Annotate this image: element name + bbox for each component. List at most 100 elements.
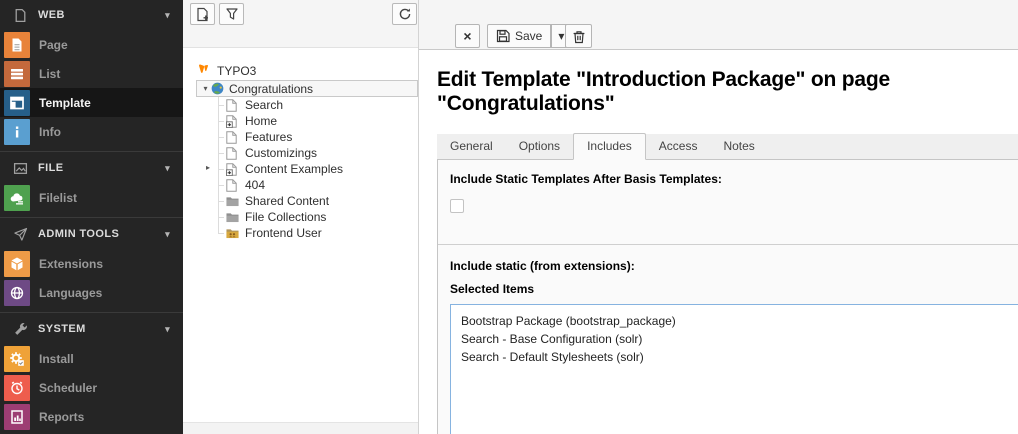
tree-node-features[interactable]: Features xyxy=(218,129,418,145)
tree-node-file-collections[interactable]: File Collections xyxy=(218,209,418,225)
sidebar-header-system[interactable]: SYSTEM ▾ xyxy=(0,314,183,344)
tree-node-label: TYPO3 xyxy=(217,64,256,78)
sidebar-item-languages[interactable]: Languages xyxy=(0,278,183,307)
tree-node-customizings[interactable]: Customizings xyxy=(218,145,418,161)
floppy-icon xyxy=(496,29,510,43)
tree-horizontal-scrollbar[interactable] xyxy=(183,422,418,434)
sidebar-section-system: SYSTEM ▾ Install Scheduler Reports xyxy=(0,312,183,431)
sidebar-item-label: Info xyxy=(39,125,61,139)
tab-notes[interactable]: Notes xyxy=(710,134,767,159)
page-tree: TYPO3 ▾ Congratulations Search xyxy=(183,48,418,241)
languages-module-icon xyxy=(4,280,30,306)
tree-toolbar xyxy=(183,0,418,48)
close-button[interactable]: × xyxy=(455,24,480,48)
sidebar-header-admin-tools[interactable]: ADMIN TOOLS ▾ xyxy=(0,219,183,249)
web-document-icon xyxy=(13,8,28,23)
expand-caret-icon[interactable]: ▸ xyxy=(206,163,210,172)
close-icon: × xyxy=(463,28,471,44)
include-static-section: Include static (from extensions): Select… xyxy=(438,244,1018,434)
tree-node-label: 404 xyxy=(245,178,265,192)
template-module-icon xyxy=(4,90,30,116)
list-item[interactable]: Search - Default Stylesheets (solr) xyxy=(451,348,1018,366)
tab-options[interactable]: Options xyxy=(506,134,573,159)
tree-node-content-examples[interactable]: ▸ Content Examples xyxy=(218,161,418,177)
sidebar-item-label: Filelist xyxy=(39,191,77,205)
tree-node-label: Customizings xyxy=(245,146,317,160)
sidebar-item-label: Page xyxy=(39,38,68,52)
page-title: Edit Template "Introduction Package" on … xyxy=(437,68,1018,116)
doc-header: × Save ▾ xyxy=(419,0,1018,50)
tree-node-frontend-user[interactable]: Frontend User xyxy=(218,225,418,241)
tab-access[interactable]: Access xyxy=(646,134,711,159)
tree-node-label: Frontend User xyxy=(245,226,322,240)
sidebar-section-label: FILE xyxy=(38,162,63,174)
list-item[interactable]: Bootstrap Package (bootstrap_package) xyxy=(451,312,1018,330)
sidebar-item-label: Reports xyxy=(39,410,84,424)
tree-node-label: Home xyxy=(245,114,277,128)
collapse-caret-icon[interactable]: ▾ xyxy=(200,84,211,93)
site-globe-icon xyxy=(211,82,224,95)
tree-node-404[interactable]: 404 xyxy=(218,177,418,193)
sidebar-header-file[interactable]: FILE ▾ xyxy=(0,153,183,183)
tree-children: Search Home Features xyxy=(218,97,418,241)
new-page-button[interactable] xyxy=(190,3,215,25)
list-item[interactable]: Search - Base Configuration (solr) xyxy=(451,330,1018,348)
reports-module-icon xyxy=(4,404,30,430)
chevron-down-icon: ▾ xyxy=(558,29,564,43)
page-tree-panel: TYPO3 ▾ Congratulations Search xyxy=(183,0,419,434)
page-icon xyxy=(226,131,239,144)
sidebar-section-file: FILE ▾ Filelist xyxy=(0,151,183,212)
tree-node-home[interactable]: Home xyxy=(218,113,418,129)
delete-button[interactable] xyxy=(565,24,592,48)
wrench-icon xyxy=(13,322,28,337)
sidebar-item-info[interactable]: Info xyxy=(0,117,183,146)
sidebar-item-list[interactable]: List xyxy=(0,59,183,88)
sidebar-section-web: WEB ▾ Page List Template xyxy=(0,0,183,146)
page-shortcut-icon xyxy=(226,115,239,128)
refresh-button[interactable] xyxy=(392,3,417,25)
page-icon xyxy=(226,147,239,160)
chevron-down-icon: ▾ xyxy=(165,10,170,21)
sidebar-item-page[interactable]: Page xyxy=(0,30,183,59)
tree-node-search[interactable]: Search xyxy=(218,97,418,113)
content-panel: × Save ▾ Edit Template "Introduction Pac… xyxy=(419,0,1018,434)
sidebar-section-label: SYSTEM xyxy=(38,323,86,335)
extensions-module-icon xyxy=(4,251,30,277)
checkbox-label: Include Static Templates After Basis Tem… xyxy=(450,172,1006,186)
chevron-down-icon: ▾ xyxy=(165,229,170,240)
tab-general[interactable]: General xyxy=(437,134,506,159)
sidebar-item-install[interactable]: Install xyxy=(0,344,183,373)
page-module-icon xyxy=(4,32,30,58)
sidebar-item-scheduler[interactable]: Scheduler xyxy=(0,373,183,402)
tree-node-label: Content Examples xyxy=(245,162,343,176)
list-module-icon xyxy=(4,61,30,87)
tree-node-selected[interactable]: ▾ Congratulations xyxy=(196,80,418,97)
includes-tab-pane: Include Static Templates After Basis Tem… xyxy=(437,160,1018,434)
tab-includes[interactable]: Includes xyxy=(573,133,646,160)
sidebar-section-label: ADMIN TOOLS xyxy=(38,228,119,240)
scheduler-module-icon xyxy=(4,375,30,401)
tree-node-label: File Collections xyxy=(245,210,326,224)
tree-root-node[interactable]: TYPO3 xyxy=(196,62,418,79)
tree-node-shared-content[interactable]: Shared Content xyxy=(218,193,418,209)
sidebar-header-web[interactable]: WEB ▾ xyxy=(0,0,183,30)
sidebar-section-admin-tools: ADMIN TOOLS ▾ Extensions Languages xyxy=(0,217,183,307)
sidebar-item-filelist[interactable]: Filelist xyxy=(0,183,183,212)
selected-items-listbox[interactable]: Bootstrap Package (bootstrap_package) Se… xyxy=(450,304,1018,434)
page-icon xyxy=(226,99,239,112)
sidebar-item-label: Extensions xyxy=(39,257,103,271)
filter-button[interactable] xyxy=(219,3,244,25)
sidebar-item-label: Languages xyxy=(39,286,102,300)
page-shortcut-icon xyxy=(226,163,239,176)
save-split-button: Save ▾ xyxy=(487,24,571,48)
save-button[interactable]: Save xyxy=(487,24,551,48)
sidebar-section-label: WEB xyxy=(38,9,65,21)
sidebar-item-label: Scheduler xyxy=(39,381,97,395)
tree-node-label: Shared Content xyxy=(245,194,329,208)
sidebar-item-extensions[interactable]: Extensions xyxy=(0,249,183,278)
page-icon xyxy=(226,179,239,192)
include-static-label: Include static (from extensions): xyxy=(450,259,635,273)
sidebar-item-template[interactable]: Template xyxy=(0,88,183,117)
sidebar-item-reports[interactable]: Reports xyxy=(0,402,183,431)
static-after-basis-checkbox[interactable] xyxy=(450,199,464,213)
